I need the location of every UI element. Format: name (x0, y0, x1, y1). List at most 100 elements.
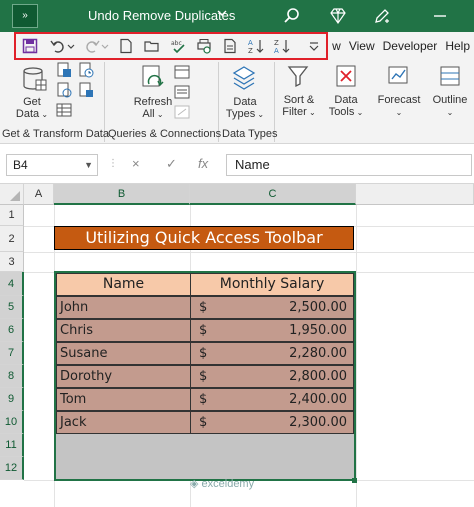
properties-icon[interactable] (174, 84, 190, 103)
from-table-icon[interactable] (56, 102, 72, 121)
queries-connections-icon[interactable] (174, 64, 190, 83)
redo-dropdown-icon[interactable] (101, 38, 109, 54)
enter-icon[interactable]: ✓ (166, 156, 177, 172)
redo-icon[interactable] (84, 38, 100, 54)
column-header-c[interactable]: C (190, 184, 356, 205)
name-cell[interactable]: Jack (56, 411, 191, 434)
row-header-12[interactable]: 12 (0, 457, 24, 480)
save-icon[interactable] (22, 38, 38, 54)
group-data-types: Data Types (222, 128, 278, 140)
column-header-blank[interactable] (356, 184, 474, 205)
tab-view[interactable]: View (345, 36, 379, 56)
print-preview-icon[interactable] (196, 38, 212, 54)
chevron-down-icon: ⌄ (306, 108, 316, 117)
existing-connections-icon[interactable] (78, 82, 94, 101)
data-tools-icon[interactable] (334, 64, 358, 91)
spelling-icon[interactable]: abc (170, 38, 186, 54)
row-header-1[interactable]: 1 (0, 205, 24, 226)
tab-help[interactable]: Help (441, 36, 474, 56)
formula-input[interactable]: Name (226, 154, 472, 176)
sort-filter-label[interactable]: Sort & Filter ⌄ (278, 94, 320, 118)
window-title: Undo Remove Duplicates (88, 8, 236, 23)
salary-cell[interactable]: $2,400.00 (190, 388, 354, 411)
header-salary-cell[interactable]: Monthly Salary (190, 273, 354, 296)
undo-icon[interactable] (50, 38, 66, 54)
select-all-corner[interactable] (0, 184, 24, 205)
salary-amount: 1,950.00 (289, 323, 347, 338)
chevron-down-icon[interactable]: ▼ (84, 155, 93, 175)
sort-ascending-icon[interactable]: AZ (248, 38, 264, 55)
data-types-label[interactable]: Data Types ⌄ (222, 96, 268, 120)
chevron-down-icon[interactable] (216, 7, 228, 22)
data-tools-label[interactable]: Data Tools ⌄ (326, 94, 366, 118)
get-data-label[interactable]: Get Data ⌄ (14, 96, 50, 120)
column-header-b[interactable]: B (54, 184, 190, 205)
name-cell[interactable]: Chris (56, 319, 191, 342)
salary-cell[interactable]: $2,500.00 (190, 296, 354, 319)
from-text-icon[interactable] (56, 62, 72, 81)
row-header-8[interactable]: 8 (0, 365, 24, 388)
name-cell[interactable]: Susane (56, 342, 191, 365)
insert-function-icon[interactable]: fx (198, 156, 208, 171)
sheet-title-cell[interactable]: Utilizing Quick Access Toolbar (54, 226, 354, 250)
currency-symbol: $ (199, 369, 208, 384)
name-cell[interactable]: John (56, 296, 191, 319)
watermark: ◈ exceldemy (190, 477, 254, 490)
row-header-5[interactable]: 5 (0, 296, 24, 319)
outline-icon[interactable] (438, 64, 462, 91)
forecast-label[interactable]: Forecast ⌄ (374, 94, 424, 118)
tab-developer[interactable]: Developer (379, 36, 442, 56)
group-queries-connections: Queries & Connections (108, 128, 222, 140)
get-data-icon[interactable] (22, 66, 48, 95)
row-header-4[interactable]: 4 (0, 272, 24, 296)
header-name-cell[interactable]: Name (56, 273, 191, 296)
name-box-value: B4 (13, 158, 28, 172)
customize-qat-icon[interactable] (306, 38, 322, 54)
salary-cell[interactable]: $1,950.00 (190, 319, 354, 342)
row-header-10[interactable]: 10 (0, 411, 24, 434)
pen-icon[interactable] (372, 6, 392, 26)
open-folder-icon[interactable] (144, 38, 160, 54)
filter-icon[interactable] (286, 64, 310, 91)
cancel-icon[interactable]: × (132, 156, 140, 171)
sort-descending-icon[interactable]: ZA (274, 38, 290, 55)
quick-access-toolbar: abc AZ ZA (14, 32, 328, 60)
outline-label[interactable]: Outline ⌄ (428, 94, 472, 118)
expand-toolbar-button[interactable]: » (12, 4, 38, 28)
diamond-icon[interactable] (328, 6, 348, 26)
tab-review[interactable]: w (328, 36, 345, 56)
salary-cell[interactable]: $2,300.00 (190, 411, 354, 434)
row-header-2[interactable]: 2 (0, 226, 24, 252)
document-icon[interactable] (222, 38, 238, 54)
row-header-7[interactable]: 7 (0, 342, 24, 365)
refresh-all-icon[interactable] (140, 64, 166, 95)
formula-bar-grip[interactable]: ⋮ (108, 158, 118, 169)
edit-links-icon[interactable] (174, 104, 190, 123)
fill-handle[interactable] (352, 478, 357, 483)
row-header-11[interactable]: 11 (0, 434, 24, 457)
name-cell[interactable]: Tom (56, 388, 191, 411)
row-header-6[interactable]: 6 (0, 319, 24, 342)
ribbon-tabs: w View Developer Help (328, 36, 474, 56)
salary-cell[interactable]: $2,800.00 (190, 365, 354, 388)
column-header-a[interactable]: A (24, 184, 54, 205)
undo-dropdown-icon[interactable] (67, 38, 75, 54)
chevron-down-icon: ⌄ (39, 110, 49, 119)
forecast-icon[interactable] (386, 64, 410, 91)
from-web-icon[interactable] (56, 82, 72, 101)
new-file-icon[interactable] (118, 38, 134, 54)
minimize-icon[interactable] (430, 6, 450, 26)
watermark-text: exceldemy (201, 478, 255, 490)
data-types-icon[interactable] (230, 64, 258, 95)
refresh-all-label[interactable]: Refresh All ⌄ (130, 96, 176, 120)
search-icon[interactable] (282, 6, 302, 26)
watermark-logo-icon: ◈ (190, 478, 202, 490)
svg-text:A: A (274, 47, 279, 54)
group-get-transform: Get & Transform Data (2, 128, 109, 140)
salary-cell[interactable]: $2,280.00 (190, 342, 354, 365)
name-box[interactable]: B4 ▼ (6, 154, 98, 176)
name-cell[interactable]: Dorothy (56, 365, 191, 388)
row-header-3[interactable]: 3 (0, 252, 24, 272)
row-header-9[interactable]: 9 (0, 388, 24, 411)
recent-sources-icon[interactable] (78, 62, 94, 81)
